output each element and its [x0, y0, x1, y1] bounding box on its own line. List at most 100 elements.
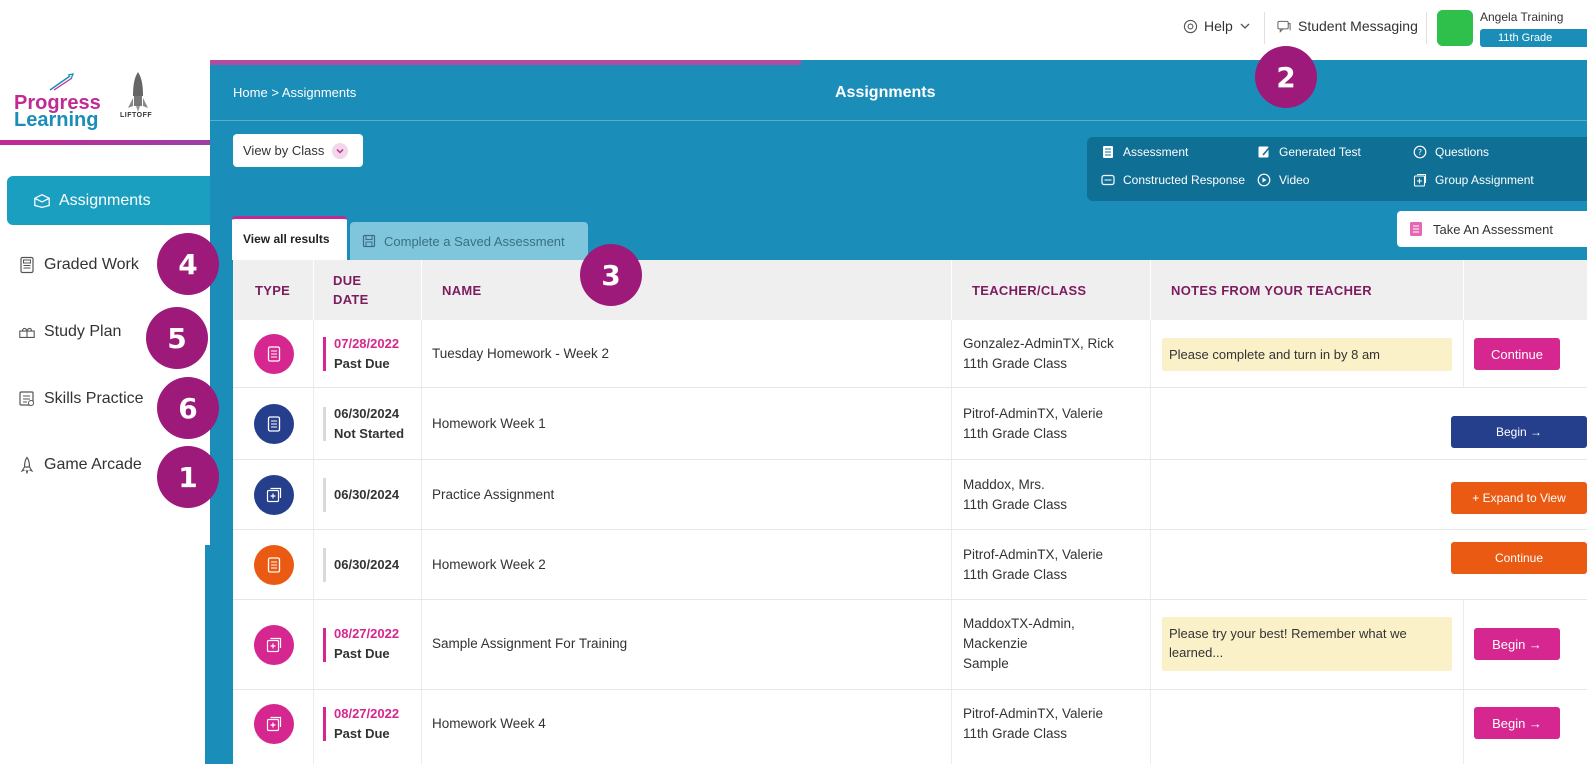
status-text: Past Due: [334, 726, 390, 741]
sidebar-item-label: Assignments: [59, 191, 151, 209]
rocket-icon: [20, 456, 34, 474]
logo-arrow-icon: [49, 73, 75, 91]
take-assessment-button[interactable]: Take An Assessment: [1397, 211, 1587, 247]
callout-badge-messaging: 2: [1255, 46, 1317, 108]
constructed-response-icon: [1101, 174, 1115, 186]
teacher-note: Please try your best! Remember what we l…: [1162, 617, 1452, 671]
teacher-class: Pitrof-AdminTX, Valerie 11th Grade Class: [963, 547, 1104, 582]
column-header-notes: NOTES FROM YOUR TEACHER: [1171, 282, 1372, 298]
teacher-class: Pitrof-AdminTX, Valerie 11th Grade Class: [963, 706, 1104, 741]
sidebar-item-label: Graded Work: [44, 256, 139, 273]
help-menu[interactable]: Help: [1183, 18, 1251, 34]
teacher-class: MaddoxTX-Admin, Mackenzie Sample: [963, 616, 1075, 671]
sidebar-item-study-plan[interactable]: Study Plan: [18, 323, 121, 341]
breadcrumb-separator: >: [271, 85, 279, 100]
liftoff-rocket-icon: [128, 72, 148, 112]
divider: [1264, 12, 1265, 44]
message-icon: [1277, 20, 1291, 33]
group-assignment-icon: [1413, 173, 1427, 187]
callout-badge-saved-tab: 3: [580, 244, 642, 306]
column-header-type[interactable]: TYPE: [255, 260, 290, 320]
top-bar: Help Student Messaging Angela Training 1…: [0, 0, 1587, 60]
group-assignment-icon: [254, 704, 294, 744]
column-header-teacher[interactable]: TEACHER/CLASS: [972, 260, 1086, 320]
panel-edge: [205, 545, 215, 764]
legend-constructed-response: Constructed Response: [1101, 173, 1245, 187]
column-header-due-date[interactable]: DUE DATE: [333, 260, 369, 320]
begin-button[interactable]: Begin →: [1451, 416, 1587, 448]
page-title: Assignments: [835, 84, 936, 101]
status-text: Past Due: [334, 646, 390, 661]
column-header-name[interactable]: NAME: [442, 260, 481, 320]
teacher-note: Please complete and turn in by 8 am: [1162, 338, 1452, 371]
breadcrumb-home[interactable]: Home: [233, 85, 268, 100]
sidebar-item-skills-practice[interactable]: Skills Practice: [18, 390, 144, 408]
due-date: 06/30/2024: [334, 557, 400, 572]
help-label: Help: [1204, 18, 1233, 34]
take-assessment-label: Take An Assessment: [1433, 221, 1553, 237]
svg-text:?: ?: [1418, 148, 1422, 157]
online-status-dot: [1437, 10, 1473, 46]
group-assignment-icon: [254, 625, 294, 665]
assignment-name: Tuesday Homework - Week 2: [432, 346, 610, 361]
breadcrumb-current: Assignments: [281, 85, 357, 100]
assessment-icon: [254, 404, 294, 444]
begin-button[interactable]: Begin →: [1474, 707, 1560, 739]
teacher-class: Maddox, Mrs. 11th Grade Class: [963, 477, 1068, 512]
chevron-down-icon: [332, 142, 349, 159]
graded-work-icon: [20, 256, 34, 274]
logo-underline: [0, 140, 210, 145]
grade-badge: 11th Grade: [1480, 29, 1587, 47]
table-header: TYPE DUE DATE NAME TEACHER/CLASS NOTES F…: [233, 260, 1587, 320]
view-by-class-label: View by Class: [243, 143, 325, 158]
logo-line-2: Learning: [14, 109, 99, 131]
expand-to-view-button[interactable]: + Expand to View: [1451, 482, 1587, 514]
table-row[interactable]: 06/30/2024 Not Started Homework Week 1 P…: [233, 388, 1587, 460]
callout-badge-skills-practice: 6: [157, 377, 219, 439]
tab-complete-saved-assessment[interactable]: Complete a Saved Assessment: [350, 222, 588, 260]
begin-button[interactable]: Begin →: [1474, 628, 1560, 660]
sidebar-item-label: Game Arcade: [44, 456, 142, 473]
table-row[interactable]: 06/30/2024 Homework Week 2 Pitrof-AdminT…: [233, 530, 1587, 600]
callout-badge-study-plan: 5: [146, 307, 208, 369]
table-row[interactable]: 06/30/2024 Practice Assignment Maddox, M…: [233, 460, 1587, 530]
page-progress-bar: [210, 60, 801, 65]
sidebar-item-graded-work[interactable]: Graded Work: [18, 256, 139, 274]
help-icon: [1183, 19, 1198, 33]
callout-badge-game-arcade: 1: [157, 446, 219, 508]
assignment-name: Homework Week 1: [432, 416, 546, 431]
chevron-down-icon: [1240, 23, 1250, 29]
legend-assessment: Assessment: [1101, 145, 1188, 159]
divider: [1426, 12, 1427, 44]
messaging-label: Student Messaging: [1298, 18, 1418, 34]
sidebar-item-assignments[interactable]: Assignments: [7, 176, 210, 225]
sidebar-item-label: Skills Practice: [44, 390, 144, 407]
type-legend: Assessment Generated Test ? Questions Co…: [1087, 137, 1587, 201]
assignments-icon: [34, 193, 50, 208]
table-row[interactable]: 08/27/2022 Past Due Sample Assignment Fo…: [233, 600, 1587, 690]
table-row[interactable]: 07/28/2022 Past Due Tuesday Homework - W…: [233, 320, 1587, 388]
assessment-icon: [1410, 222, 1422, 236]
sidebar-item-game-arcade[interactable]: Game Arcade: [18, 456, 142, 474]
study-plan-icon: [19, 327, 35, 338]
student-messaging-link[interactable]: Student Messaging: [1276, 18, 1418, 34]
table-row[interactable]: 08/27/2022 Past Due Homework Week 4 Pitr…: [233, 690, 1587, 764]
progress-learning-logo[interactable]: Progress Learning LIFTOFF: [12, 66, 202, 136]
teacher-class: Gonzalez-AdminTX, Rick 11th Grade Class: [963, 336, 1114, 371]
view-by-class-dropdown[interactable]: View by Class: [233, 134, 363, 167]
sidebar-item-label: Study Plan: [44, 323, 122, 340]
due-date: 06/30/2024: [334, 487, 400, 502]
legend-questions: ? Questions: [1413, 145, 1489, 159]
assignment-name: Practice Assignment: [432, 487, 555, 502]
continue-button[interactable]: Continue: [1451, 542, 1587, 574]
skills-practice-icon: [19, 391, 34, 406]
due-date: 08/27/2022 Past Due: [334, 704, 399, 744]
generated-test-icon: [1258, 146, 1270, 158]
tab-view-all-results[interactable]: View all results: [232, 216, 347, 260]
status-text: Past Due: [334, 356, 390, 371]
continue-button[interactable]: Continue: [1474, 338, 1560, 370]
user-name[interactable]: Angela Training: [1480, 10, 1563, 24]
assignment-name: Sample Assignment For Training: [432, 636, 628, 651]
due-date: 08/27/2022 Past Due: [334, 624, 399, 664]
assessment-icon: [1103, 146, 1113, 158]
